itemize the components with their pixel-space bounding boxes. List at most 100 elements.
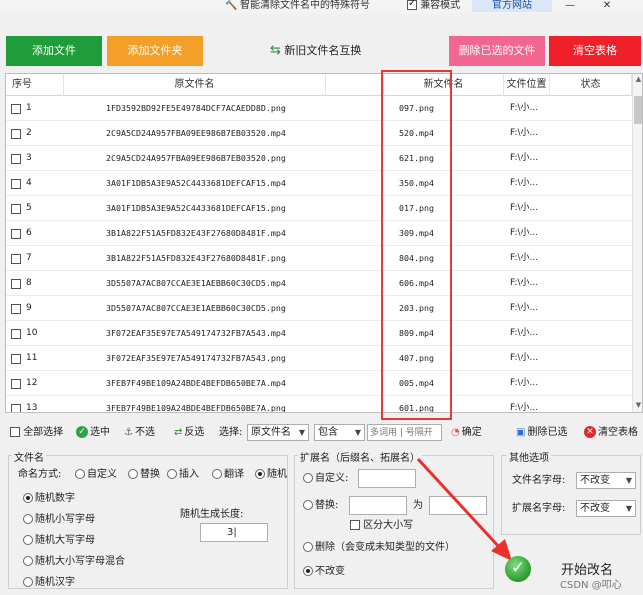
header-index[interactable]: 序号 xyxy=(6,74,64,96)
row-checkbox[interactable] xyxy=(11,171,25,196)
row-original-name: 1FD3592BD92FE5E49784DCF7ACAEDD8D.png xyxy=(106,103,286,113)
swap-names-button[interactable]: ⇆ 新旧文件名互换 xyxy=(270,38,372,64)
naming-mode-radio[interactable]: 替换 xyxy=(128,468,160,482)
row-check-icon xyxy=(11,278,21,289)
ext-replace-from-input[interactable] xyxy=(349,496,407,515)
clear-table-small-button[interactable]: ✕ 清空表格 xyxy=(584,426,638,440)
table-row[interactable]: 10 3F072EAF35E97E7A549174732FB7A543.mp4 80… xyxy=(6,321,632,346)
header-original-name[interactable]: 原文件名 xyxy=(64,74,326,96)
deselect-button[interactable]: ⚓ 不选 xyxy=(124,426,155,440)
match-mode-select[interactable]: 包含 ▼ xyxy=(314,424,365,441)
random-type-radio[interactable]: 随机数字 xyxy=(23,492,75,506)
add-folder-button[interactable]: 添加文件夹 xyxy=(107,36,203,66)
delete-selected-files-button[interactable]: 删除已选的文件 xyxy=(449,36,545,66)
ext-case-select[interactable]: 不改变 ▼ xyxy=(576,500,636,517)
row-checkbox[interactable] xyxy=(11,371,25,396)
ext-replace-to-input[interactable] xyxy=(429,496,487,515)
table-row[interactable]: 1 1FD3592BD92FE5E49784DCF7ACAEDD8D.png 097… xyxy=(6,96,632,121)
compat-mode-checkbox[interactable]: 兼容模式 xyxy=(407,0,460,12)
field-select[interactable]: 原文件名 ▼ xyxy=(247,424,309,441)
confirm-button[interactable]: ◔ 确定 xyxy=(451,426,482,440)
row-status xyxy=(556,96,626,121)
delete-selected-button[interactable]: ▣ 删除已选 xyxy=(516,426,567,440)
filename-case-select[interactable]: 不改变 ▼ xyxy=(576,472,636,489)
row-checkbox[interactable] xyxy=(11,96,25,121)
row-checkbox[interactable] xyxy=(11,121,25,146)
table-row[interactable]: 3 2C9A5CD24A957FBA09EE986B7EB03520.png 621… xyxy=(6,146,632,171)
swap-names-label: 新旧文件名互换 xyxy=(284,44,362,57)
select-all-check-icon xyxy=(10,427,20,437)
ext-custom-input[interactable] xyxy=(358,469,416,488)
row-checkbox[interactable] xyxy=(11,346,25,371)
scroll-down-icon[interactable]: ▼ xyxy=(633,400,642,411)
naming-mode-radio[interactable]: 随机 xyxy=(255,468,287,482)
naming-mode-radio[interactable]: 翻译 xyxy=(212,468,244,482)
select-button[interactable]: ✓ 选中 xyxy=(76,426,110,440)
header-location[interactable]: 文件位置 xyxy=(504,74,550,96)
table-row[interactable]: 11 3F072EAF35E97E7A549174732FB7A543.png 40… xyxy=(6,346,632,371)
random-length-input[interactable]: 3| xyxy=(200,523,268,542)
table-header: 序号 原文件名 新文件名 文件位置 状态 xyxy=(6,74,632,96)
table-row[interactable]: 5 3A01F1DB5A3E9A52C4433681DEFCAF15.png 017… xyxy=(6,196,632,221)
minimize-button[interactable]: — xyxy=(560,0,580,12)
row-status xyxy=(556,296,626,321)
random-type-radio[interactable]: 随机大小写字母混合 xyxy=(23,555,125,569)
row-checkbox[interactable] xyxy=(11,246,25,271)
row-index: 2 xyxy=(26,128,32,138)
random-type-radio[interactable]: 随机大写字母 xyxy=(23,534,95,548)
anchor-icon: ⚓ xyxy=(124,427,133,438)
row-original-name: 3F072EAF35E97E7A549174732FB7A543.png xyxy=(106,353,286,363)
clear-table-button[interactable]: 清空表格 xyxy=(549,36,641,66)
ext-delete-radio[interactable]: 删除（会变成未知类型的文件） xyxy=(303,541,455,555)
row-checkbox[interactable] xyxy=(11,146,25,171)
table-row[interactable]: 4 3A01F1DB5A3E9A52C4433681DEFCAF15.mp4 350… xyxy=(6,171,632,196)
add-files-button[interactable]: 添加文件 xyxy=(6,36,102,66)
case-sensitive-checkbox[interactable]: 区分大小写 xyxy=(350,519,413,533)
row-location: F:\小... xyxy=(510,203,539,213)
special-symbol-menu[interactable]: 智能清除文件名中的特殊符号 xyxy=(240,0,370,12)
row-checkbox[interactable] xyxy=(11,296,25,321)
table-row[interactable]: 8 3D5507A7AC807CCAE3E1AEBB60C30CD5.mp4 606… xyxy=(6,271,632,296)
row-checkbox[interactable] xyxy=(11,221,25,246)
table-row[interactable]: 7 3B1A822F51A5FD832E43F27680D8481F.png 804… xyxy=(6,246,632,271)
row-checkbox[interactable] xyxy=(11,321,25,346)
row-original-name: 3B1A822F51A5FD832E43F27680D8481F.mp4 xyxy=(106,228,286,238)
radio-icon xyxy=(128,469,138,479)
scroll-up-icon[interactable]: ▲ xyxy=(633,74,642,85)
row-checkbox[interactable] xyxy=(11,396,25,412)
start-check-icon[interactable] xyxy=(505,556,531,582)
choose-label: 选择: xyxy=(219,427,243,438)
table-row[interactable]: 9 3D5507A7AC807CCAE3E1AEBB60C30CD5.png 203… xyxy=(6,296,632,321)
random-type-radio[interactable]: 随机汉字 xyxy=(23,576,75,590)
select-all-checkbox[interactable]: 全部选择 xyxy=(10,426,63,440)
radio-icon xyxy=(23,514,33,524)
ext-replace-label: 替换: xyxy=(315,500,339,511)
naming-mode-radio[interactable]: 自定义 xyxy=(75,468,117,482)
filename-case-label: 文件名字母: xyxy=(512,475,566,486)
random-type-radio[interactable]: 随机小写字母 xyxy=(23,513,95,527)
row-index: 7 xyxy=(26,253,32,263)
close-button[interactable]: ✕ xyxy=(597,0,617,12)
keyword-input[interactable] xyxy=(367,424,442,441)
scrollbar-thumb[interactable] xyxy=(634,96,642,124)
row-checkbox[interactable] xyxy=(11,196,25,221)
table-row[interactable]: 6 3B1A822F51A5FD832E43F27680D8481F.mp4 309… xyxy=(6,221,632,246)
header-status[interactable]: 状态 xyxy=(550,74,632,96)
table-row[interactable]: 2 2C9A5CD24A957FBA09EE986B7EB03520.mp4 520… xyxy=(6,121,632,146)
row-checkbox[interactable] xyxy=(11,271,25,296)
official-website-link[interactable]: 官方网站 xyxy=(472,0,552,12)
select-all-label: 全部选择 xyxy=(23,427,64,438)
row-location: F:\小... xyxy=(510,303,539,313)
naming-mode-label: 命名方式: xyxy=(18,469,62,480)
ext-no-change-radio[interactable]: 不改变 xyxy=(303,565,345,579)
new-name-highlight-frame xyxy=(381,70,452,420)
row-check-icon xyxy=(11,378,21,389)
ext-replace-radio[interactable]: 替换: xyxy=(303,499,338,513)
invert-button[interactable]: ⇄ 反选 xyxy=(174,426,204,440)
table-scrollbar[interactable]: ▲ ▼ xyxy=(632,74,642,412)
table-row[interactable]: 13 3FEB7F49BE109A24BDE4BEFDB650BE7A.png 60… xyxy=(6,396,632,412)
ext-custom-radio[interactable]: 自定义: xyxy=(303,472,348,486)
ext-replace-to-label: 为 xyxy=(413,500,423,511)
naming-mode-radio[interactable]: 插入 xyxy=(167,468,199,482)
table-row[interactable]: 12 3FEB7F49BE109A24BDE4BEFDB650BE7A.mp4 00… xyxy=(6,371,632,396)
